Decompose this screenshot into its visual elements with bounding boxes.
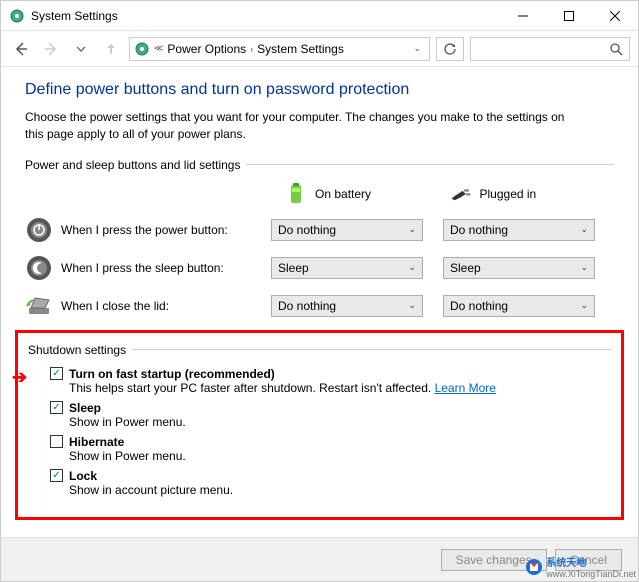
checkbox-sublabel: Show in Power menu. <box>50 415 611 429</box>
checkbox-sublabel: Show in account picture menu. <box>50 483 611 497</box>
search-input[interactable] <box>470 37 630 61</box>
refresh-button[interactable] <box>436 37 464 61</box>
chevron-down-icon: ⌄ <box>580 224 588 235</box>
checkbox-label: Lock <box>69 469 97 483</box>
app-icon <box>9 8 25 24</box>
chevron-right-icon: ≪ <box>154 43 163 54</box>
close-lid-battery-select[interactable]: Do nothing⌄ <box>271 295 423 317</box>
close-lid-row: When I close the lid: Do nothing⌄ Do not… <box>25 292 614 320</box>
sleep-option: ✓ Sleep Show in Power menu. <box>50 401 611 429</box>
checkbox-sublabel: This helps start your PC faster after sh… <box>50 381 611 395</box>
annotation-arrow: ➔ <box>12 367 27 388</box>
shutdown-legend: Shutdown settings <box>28 343 611 357</box>
lock-option: ✓ Lock Show in account picture menu. <box>50 469 611 497</box>
sleep-button-battery-select[interactable]: Sleep⌄ <box>271 257 423 279</box>
column-label-plugged: Plugged in <box>480 187 537 201</box>
minimize-button[interactable] <box>500 1 546 31</box>
power-options-icon <box>134 41 150 57</box>
checkbox-label: Sleep <box>69 401 101 415</box>
maximize-button[interactable] <box>546 1 592 31</box>
lock-checkbox[interactable]: ✓ <box>50 469 63 482</box>
watermark: 系统天地 www.XiTongTianDi.net <box>525 554 636 579</box>
content-area: Define power buttons and turn on passwor… <box>1 67 638 520</box>
hibernate-option: Hibernate Show in Power menu. <box>50 435 611 463</box>
hibernate-checkbox[interactable] <box>50 435 63 448</box>
checkbox-label: Hibernate <box>69 435 124 449</box>
sleep-button-plugged-select[interactable]: Sleep⌄ <box>443 257 595 279</box>
checkbox-sublabel: Show in Power menu. <box>50 449 611 463</box>
column-label-battery: On battery <box>315 187 371 201</box>
chevron-down-icon: ⌄ <box>408 300 416 311</box>
laptop-lid-icon <box>25 292 53 320</box>
row-label: When I press the power button: <box>61 223 271 237</box>
plug-icon <box>450 182 472 206</box>
row-label: When I close the lid: <box>61 299 271 313</box>
fast-startup-option: ✓ Turn on fast startup (recommended) Thi… <box>50 367 611 395</box>
checkbox-label: Turn on fast startup (recommended) <box>69 367 275 381</box>
power-buttons-legend: Power and sleep buttons and lid settings <box>25 158 614 172</box>
fast-startup-checkbox[interactable]: ✓ <box>50 367 63 380</box>
sleep-checkbox[interactable]: ✓ <box>50 401 63 414</box>
chevron-down-icon: ⌄ <box>580 300 588 311</box>
chevron-down-icon: ⌄ <box>408 262 416 273</box>
page-heading: Define power buttons and turn on passwor… <box>25 81 614 99</box>
chevron-down-icon: ⌄ <box>580 262 588 273</box>
up-button[interactable] <box>99 37 123 61</box>
navbar: ≪ Power Options › System Settings ⌄ <box>1 31 638 67</box>
breadcrumb[interactable]: ≪ Power Options › System Settings ⌄ <box>129 37 430 61</box>
power-button-battery-select[interactable]: Do nothing⌄ <box>271 219 423 241</box>
history-dropdown[interactable] <box>69 37 93 61</box>
page-description: Choose the power settings that you want … <box>25 109 585 144</box>
sleep-button-row: When I press the sleep button: Sleep⌄ Sl… <box>25 254 614 282</box>
column-headers: On battery Plugged in <box>25 182 614 206</box>
power-button-icon <box>25 216 53 244</box>
titlebar: System Settings <box>1 1 638 31</box>
annotation-highlight: ➔ Shutdown settings ✓ Turn on fast start… <box>15 330 624 520</box>
power-button-plugged-select[interactable]: Do nothing⌄ <box>443 219 595 241</box>
breadcrumb-item[interactable]: System Settings <box>257 42 344 56</box>
battery-icon <box>285 182 307 206</box>
search-icon <box>609 42 623 56</box>
chevron-right-icon: › <box>250 44 253 54</box>
close-button[interactable] <box>592 1 638 31</box>
forward-button[interactable] <box>39 37 63 61</box>
learn-more-link[interactable]: Learn More <box>435 381 496 395</box>
power-button-row: When I press the power button: Do nothin… <box>25 216 614 244</box>
breadcrumb-item[interactable]: Power Options <box>167 42 246 56</box>
chevron-down-icon: ⌄ <box>408 224 416 235</box>
close-lid-plugged-select[interactable]: Do nothing⌄ <box>443 295 595 317</box>
window-title: System Settings <box>31 9 500 23</box>
watermark-icon <box>525 558 543 576</box>
chevron-down-icon[interactable]: ⌄ <box>409 43 425 54</box>
back-button[interactable] <box>9 37 33 61</box>
row-label: When I press the sleep button: <box>61 261 271 275</box>
sleep-button-icon <box>25 254 53 282</box>
